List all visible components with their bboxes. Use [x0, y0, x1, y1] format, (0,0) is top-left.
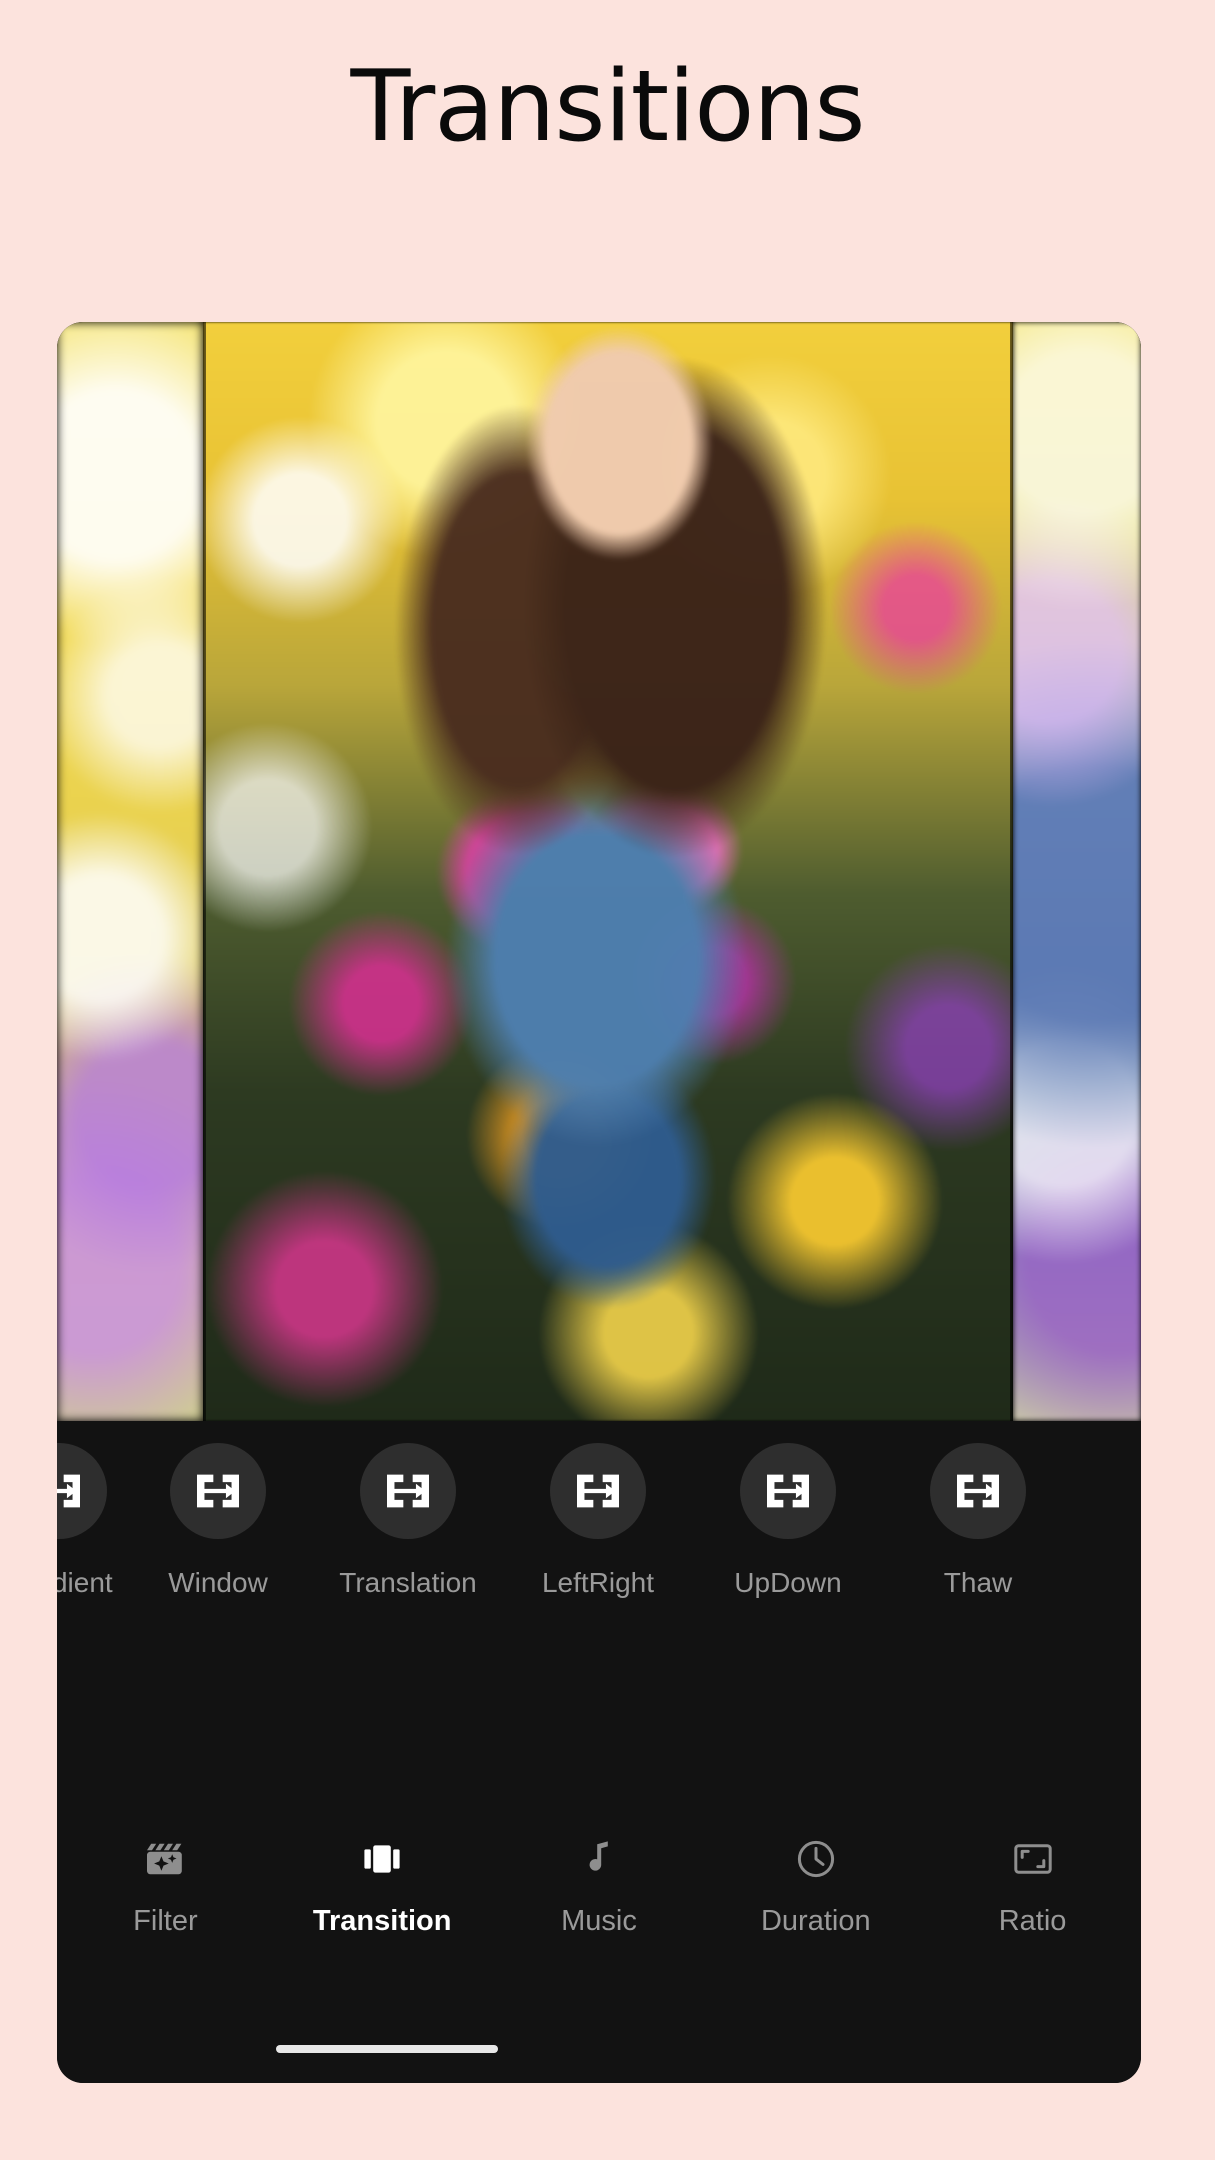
- home-indicator[interactable]: [276, 2045, 498, 2053]
- transition-option-label: UpDown: [734, 1567, 842, 1598]
- transition-swap-icon[interactable]: [550, 1443, 646, 1539]
- transition-cards-icon: [358, 1831, 406, 1887]
- transition-swap-icon[interactable]: [740, 1443, 836, 1539]
- tab-label: Ratio: [998, 1905, 1067, 1937]
- tab-label: Transition: [312, 1905, 452, 1937]
- slide-seam-left: [203, 322, 206, 1421]
- transition-option-label: Gradient: [57, 1567, 113, 1598]
- transition-option-translation[interactable]: Translation: [313, 1421, 503, 1599]
- transition-swap-icon[interactable]: [170, 1443, 266, 1539]
- carousel-slide-previous[interactable]: [57, 322, 203, 1421]
- editor-tab-bar[interactable]: Filter Transition Music Duration Ratio: [57, 1793, 1141, 2083]
- tab-ratio[interactable]: Ratio: [924, 1831, 1141, 1938]
- tab-label: Filter: [133, 1905, 198, 1937]
- transition-swap-icon[interactable]: [360, 1443, 456, 1539]
- slide-subject: [328, 322, 888, 1421]
- tab-label: Music: [561, 1905, 637, 1937]
- page-title: Transitions: [350, 50, 866, 164]
- transition-option-gradient[interactable]: Gradient: [57, 1421, 123, 1599]
- transition-option-updown[interactable]: UpDown: [693, 1421, 883, 1599]
- phone-screen: Gradient Window: [57, 322, 1141, 2083]
- carousel-slide-next[interactable]: [1013, 322, 1141, 1421]
- slide-image-next: [1013, 322, 1141, 1421]
- transition-option-label: Window: [168, 1567, 268, 1598]
- transition-option-label: Thaw: [943, 1567, 1013, 1598]
- tab-music[interactable]: Music: [491, 1831, 708, 1938]
- music-note-icon: [575, 1831, 623, 1887]
- transition-option-leftright[interactable]: LeftRight: [503, 1421, 693, 1599]
- aspect-ratio-icon: [1009, 1831, 1057, 1887]
- transition-swap-icon[interactable]: [930, 1443, 1026, 1539]
- transitions-strip[interactable]: Gradient Window: [57, 1421, 1141, 1671]
- transition-option-window[interactable]: Window: [123, 1421, 313, 1599]
- transition-swap-icon[interactable]: [57, 1443, 107, 1539]
- tab-transition[interactable]: Transition: [274, 1831, 491, 1938]
- transition-option-thaw[interactable]: Thaw: [883, 1421, 1073, 1599]
- tab-duration[interactable]: Duration: [707, 1831, 924, 1938]
- clapperboard-sparkle-icon: [141, 1831, 189, 1887]
- tab-filter[interactable]: Filter: [57, 1831, 274, 1938]
- transition-option-label: LeftRight: [541, 1567, 655, 1598]
- screen-root: Transitions dient Window Translation Lef…: [0, 0, 1215, 2160]
- clock-icon: [792, 1831, 840, 1887]
- editor-panel: Gradient Window: [57, 1421, 1141, 2083]
- tab-label: Duration: [760, 1905, 871, 1937]
- video-preview-carousel[interactable]: [57, 322, 1141, 1421]
- carousel-slide-current[interactable]: [203, 322, 1013, 1421]
- transition-option-label: Translation: [339, 1567, 477, 1598]
- slide-image-previous: [57, 322, 203, 1421]
